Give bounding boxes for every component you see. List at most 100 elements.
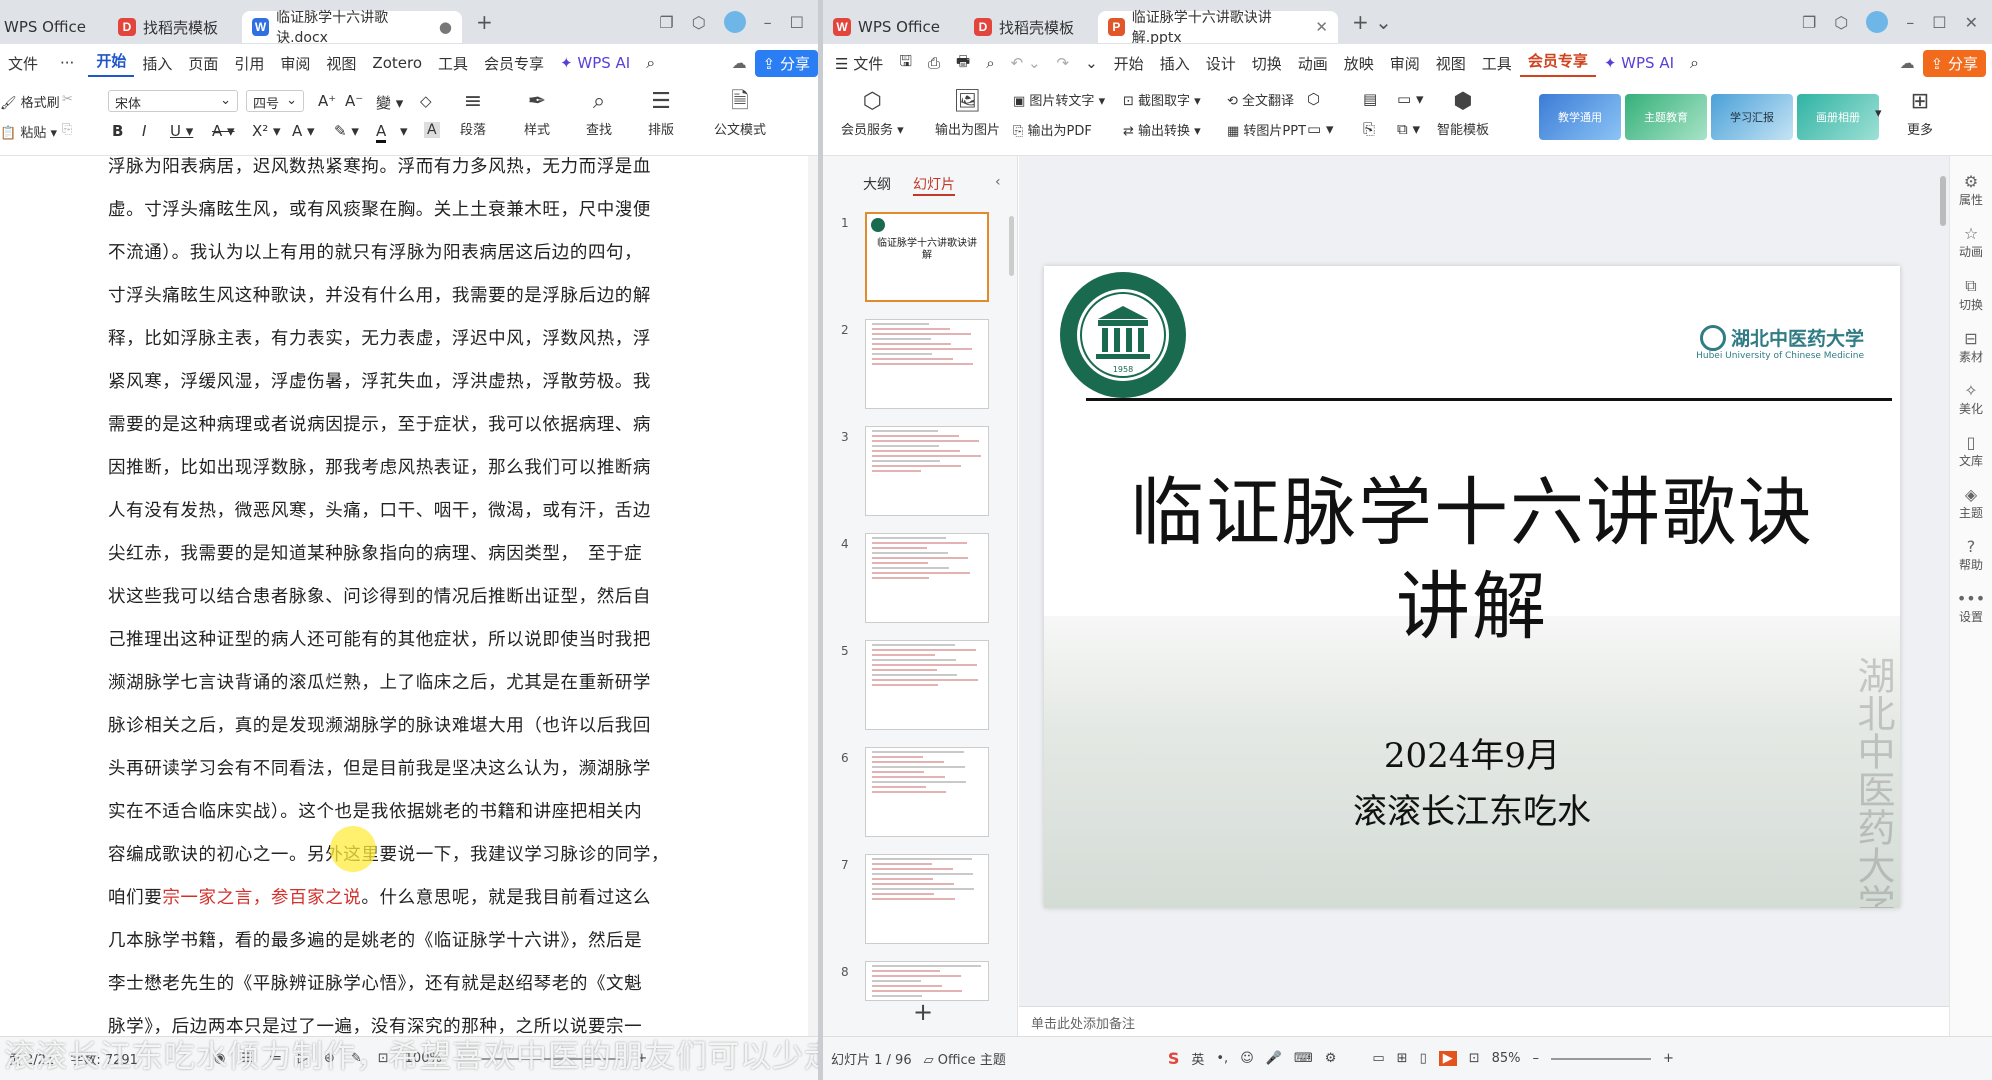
zoom-slider[interactable] [1551,1057,1652,1060]
member-service-button[interactable]: ⬡ 会员服务 ▾ [841,90,904,139]
undo-icon[interactable]: ↶ ⌄ [1003,54,1049,72]
cube-icon[interactable]: ⬡ [692,13,706,32]
reading-view-icon[interactable]: ▯ [1420,1051,1427,1066]
save-icon[interactable]: 🖫 [891,51,920,76]
theme-card[interactable]: 学习汇报 [1711,94,1793,140]
current-slide[interactable]: 1958 湖北中医药大学 Hubei University of Chinese… [1044,266,1900,908]
grow-font-icon[interactable]: A⁺ [318,92,336,110]
menu-insert[interactable]: 插入 [134,53,180,74]
side-tool-beautify[interactable]: ✧ 美化 [1950,381,1992,417]
arrange-tool-icon[interactable]: ⧉ ▾ [1397,120,1420,138]
zoom-in-icon[interactable]: + [1663,1051,1674,1066]
document-page[interactable]: 浮脉为阳表病居，迟风数热紧寒拘。浮而有力多风热，无力而浮是血 虚。寸浮头痛眩生风… [0,156,808,1036]
keyboard-icon[interactable]: ⌨ [1294,1051,1313,1066]
tab-slides[interactable]: 幻灯片 [913,174,955,196]
slide-thumbnail[interactable] [865,854,989,944]
redo-icon[interactable]: ↷ [1049,54,1078,72]
pinyin-icon[interactable]: 變 ▾ [376,92,403,113]
side-tool-settings[interactable]: ••• 设置 [1950,589,1992,625]
clear-format-icon[interactable]: ◇ [420,92,432,110]
slide-thumbnail[interactable] [865,961,989,1001]
smart-template-button[interactable]: ⬢ 智能模板 [1437,90,1489,139]
menu-home[interactable]: 开始 [88,50,135,77]
side-tool-properties[interactable]: ⚙ 属性 [1950,172,1992,208]
tab-dot-icon[interactable]: ● [439,18,452,36]
close-icon[interactable]: ✕ [1965,13,1978,32]
window-list-icon[interactable]: ❐ [659,13,673,32]
new-tab-icon[interactable]: + ⌄ [1352,10,1392,34]
menu-home[interactable]: 开始 [1106,53,1152,74]
ime-logo-icon[interactable]: S [1168,1049,1180,1068]
slide-editor-canvas[interactable]: 1958 湖北中医药大学 Hubei University of Chinese… [1019,156,1964,1036]
menu-tools[interactable]: 工具 [1474,53,1520,74]
cloud-sync-icon[interactable]: ☁ [724,54,755,72]
menu-file[interactable]: ☰ 文件 [823,53,891,74]
side-tool-theme[interactable]: ◈ 主题 [1950,485,1992,521]
share-button[interactable]: ⇪ 分享 [754,49,818,77]
quick-more-icon[interactable]: ⌄ [1077,54,1106,72]
menu-design[interactable]: 设计 [1198,53,1244,74]
slide-indicator[interactable]: 幻灯片 1 / 96 [831,1049,912,1068]
window-list-icon[interactable]: ❐ [1802,13,1816,32]
menu-page[interactable]: 页面 [180,53,226,74]
font-name-select[interactable]: 宋体 ⌄ [108,90,238,112]
side-tool-material[interactable]: ⊟ 素材 [1950,329,1992,365]
sorter-view-icon[interactable]: ⊞ [1397,1051,1408,1066]
tab-docx[interactable]: W 临证脉学十六讲歌诀.docx ● [241,10,462,46]
export-convert-button[interactable]: ⇄ 输出转换 ▾ [1123,120,1201,139]
menu-transition[interactable]: 切换 [1244,53,1290,74]
document-body[interactable]: 浮脉为阳表病居，迟风数热紧寒拘。浮而有力多风热，无力而浮是血 虚。寸浮头痛眩生风… [108,156,686,1036]
notes-field[interactable]: 单击此处添加备注 [1019,1006,1964,1036]
tab-pptx[interactable]: P 临证脉学十六讲歌诀讲解.pptx ✕ [1097,10,1338,46]
image-to-text-button[interactable]: ▣ 图片转文字 ▾ [1013,90,1105,109]
theme-card[interactable]: 画册相册 [1797,94,1879,140]
menu-view[interactable]: 视图 [1428,53,1474,74]
side-tool-transition[interactable]: ⧉ 切换 [1950,276,1992,313]
strikethrough-icon[interactable]: A ▾ [212,122,235,140]
shape-tool-icon[interactable]: ▭ ▾ [1307,120,1333,138]
menu-wps-ai[interactable]: ✦ WPS AI [1596,54,1682,72]
add-slide-icon[interactable]: + [913,998,933,1026]
side-tool-library[interactable]: ▯ 文库 [1950,433,1992,469]
tab-template[interactable]: D 找稻壳模板 [108,11,228,43]
screenshot-ocr-button[interactable]: ⊡ 截图取字 ▾ [1123,90,1201,109]
cloud-sync-icon[interactable]: ☁ [1892,54,1923,72]
italic-icon[interactable]: I [142,122,146,140]
menu-tools[interactable]: 工具 [430,53,476,74]
tab-wps-office[interactable]: W WPS Office [823,11,950,43]
menu-animation[interactable]: 动画 [1290,53,1336,74]
font-color-icon[interactable]: A [376,122,387,143]
menu-file[interactable]: 文件 [0,53,46,74]
collapse-panel-icon[interactable]: ‹ [995,174,1001,196]
normal-view-icon[interactable]: ▭ [1372,1051,1384,1066]
play-slideshow-icon[interactable]: ▶ [1438,1051,1457,1066]
full-translate-button[interactable]: ⟲ 全文翻译 [1227,90,1294,109]
layout-button[interactable]: ☰ 排版 [648,90,674,139]
theme-indicator[interactable]: ▱ Office 主题 [924,1049,1006,1068]
share-button[interactable]: ⇪ 分享 [1922,49,1986,77]
writer-scrollbar[interactable] [808,156,818,1036]
copy-icon[interactable]: ⎘ [62,122,72,137]
slide-thumbnail[interactable]: 临证脉学十六讲歌诀讲解 [865,212,989,302]
search-icon[interactable]: ⌕ [638,53,663,73]
cube-icon[interactable]: ⬡ [1834,13,1848,32]
panel-scrollbar[interactable] [1009,216,1014,276]
theme-card[interactable]: 主题教育 [1625,94,1707,140]
preview-icon[interactable]: ⌕ [978,54,1002,72]
ime-language[interactable]: 英 [1191,1049,1204,1068]
tab-outline[interactable]: 大纲 [863,174,891,196]
export-pdf-button[interactable]: ⎘ 输出为PDF [1013,120,1092,139]
export-icon[interactable]: ⎙ [920,54,948,72]
tab-template[interactable]: D 找稻壳模板 [964,11,1084,43]
mic-icon[interactable]: 🎤 [1266,1051,1282,1066]
export-image-button[interactable]: 🖼 输出为图片 [935,90,1000,139]
paragraph-button[interactable]: ≡ 段落 [460,90,486,139]
table-tool-icon[interactable]: ▤ [1363,90,1377,108]
menu-reference[interactable]: 引用 [226,53,272,74]
shrink-font-icon[interactable]: A⁻ [345,92,363,110]
side-tool-help[interactable]: ? 帮助 [1950,537,1992,573]
ime-tools-icon[interactable]: ⚙ [1325,1051,1337,1066]
menu-more[interactable]: ··· [46,54,88,72]
search-icon[interactable]: ⌕ [1682,53,1707,73]
minimize-icon[interactable]: – [764,13,772,32]
